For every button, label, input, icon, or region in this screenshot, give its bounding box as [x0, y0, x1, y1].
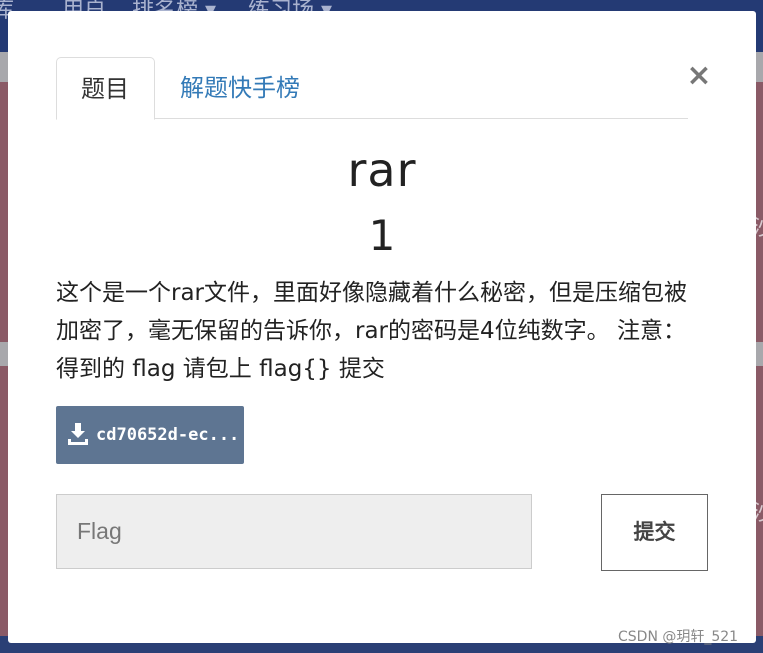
download-file-label: cd70652d-ec... — [96, 425, 240, 445]
challenge-title: rar — [347, 143, 417, 197]
challenge-description: 这个是一个rar文件，里面好像隐藏着什么秘密，但是压缩包被加密了，毫无保留的告诉… — [56, 280, 688, 382]
tab-challenge[interactable]: 题目 — [56, 57, 155, 120]
download-icon — [68, 423, 88, 445]
challenge-modal: 题目 解题快手榜 × rar 1 这个是一个rar文件，里面好像隐藏着什么秘密，… — [8, 11, 756, 643]
csdn-watermark: CSDN @玥轩_521 — [618, 629, 739, 645]
flag-input[interactable] — [56, 494, 532, 569]
close-icon[interactable]: × — [686, 61, 712, 91]
modal-tabs: 题目 解题快手榜 — [56, 57, 688, 120]
challenge-score: 1 — [368, 211, 396, 260]
tab-solves-leaderboard[interactable]: 解题快手榜 — [156, 57, 324, 118]
submit-button[interactable]: 提交 — [601, 494, 708, 571]
download-file-button[interactable]: cd70652d-ec... — [56, 406, 244, 464]
